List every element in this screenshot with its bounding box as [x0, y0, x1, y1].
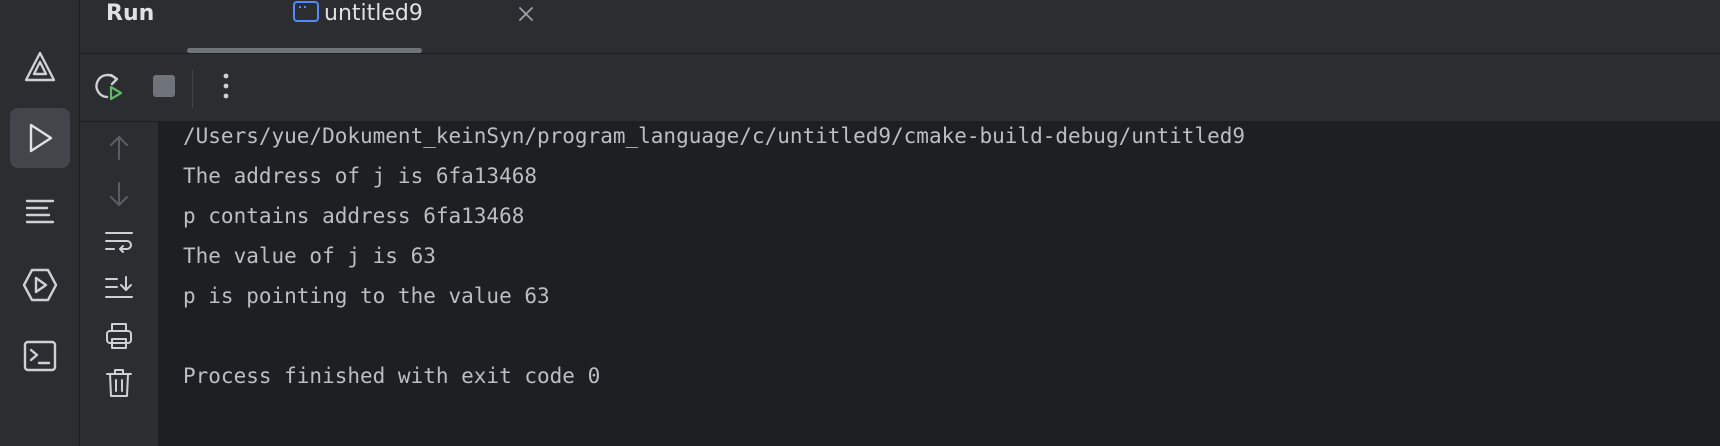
- console-line: p is pointing to the value 63: [183, 284, 550, 308]
- run-tool-window: Run untitled9 /Users/yue/Dokument_keinSy…: [0, 0, 1720, 446]
- print-icon: [106, 323, 132, 349]
- more-options-button[interactable]: [208, 68, 244, 104]
- terminal-tool-button[interactable]: [10, 326, 70, 386]
- more-options-icon: [223, 73, 229, 99]
- console-line: Process finished with exit code 0: [183, 364, 601, 388]
- services-icon: [22, 268, 58, 302]
- console-line: p contains address 6fa13468: [183, 204, 525, 228]
- previous-occurrence-button[interactable]: [101, 130, 137, 166]
- toolbar-separator: [192, 70, 193, 108]
- run-icon: [29, 123, 53, 153]
- build-tool-button[interactable]: [10, 37, 70, 97]
- tab-label: untitled9: [324, 1, 423, 26]
- tab-untitled9[interactable]: untitled9: [212, 0, 533, 54]
- tool-window-header: Run untitled9: [80, 0, 1720, 54]
- clear-all-icon: [106, 369, 132, 397]
- rerun-button[interactable]: [90, 68, 126, 104]
- close-icon[interactable]: [514, 2, 538, 26]
- soft-wrap-button[interactable]: [101, 224, 137, 260]
- stop-icon: [153, 75, 175, 97]
- structure-tool-button[interactable]: [10, 181, 70, 241]
- run-tool-button[interactable]: [10, 108, 70, 168]
- up-arrow-icon: [110, 136, 128, 160]
- tool-window-strip: [0, 0, 80, 446]
- soft-wrap-icon: [105, 232, 133, 253]
- build-icon: [24, 51, 56, 82]
- console-app-icon: [293, 1, 319, 22]
- print-button[interactable]: [101, 318, 137, 354]
- console-line: /Users/yue/Dokument_keinSyn/program_lang…: [183, 124, 1246, 148]
- console-actions: [80, 122, 158, 446]
- terminal-icon: [23, 340, 57, 372]
- services-tool-button[interactable]: [10, 255, 70, 315]
- rerun-icon: [95, 73, 123, 101]
- console-output[interactable]: /Users/yue/Dokument_keinSyn/program_lang…: [158, 122, 1720, 446]
- structure-icon: [25, 199, 55, 224]
- run-toolbar: [80, 54, 1720, 122]
- console-line: The address of j is 6fa13468: [183, 164, 538, 188]
- scroll-to-end-icon: [105, 276, 133, 298]
- next-occurrence-button[interactable]: [101, 176, 137, 212]
- stop-button[interactable]: [146, 68, 182, 104]
- active-tab-indicator: [187, 48, 422, 53]
- down-arrow-icon: [110, 182, 128, 206]
- scroll-to-end-button[interactable]: [101, 270, 137, 306]
- tool-window-title: Run: [106, 1, 155, 26]
- clear-all-button[interactable]: [101, 365, 137, 401]
- console-line: The value of j is 63: [183, 244, 436, 268]
